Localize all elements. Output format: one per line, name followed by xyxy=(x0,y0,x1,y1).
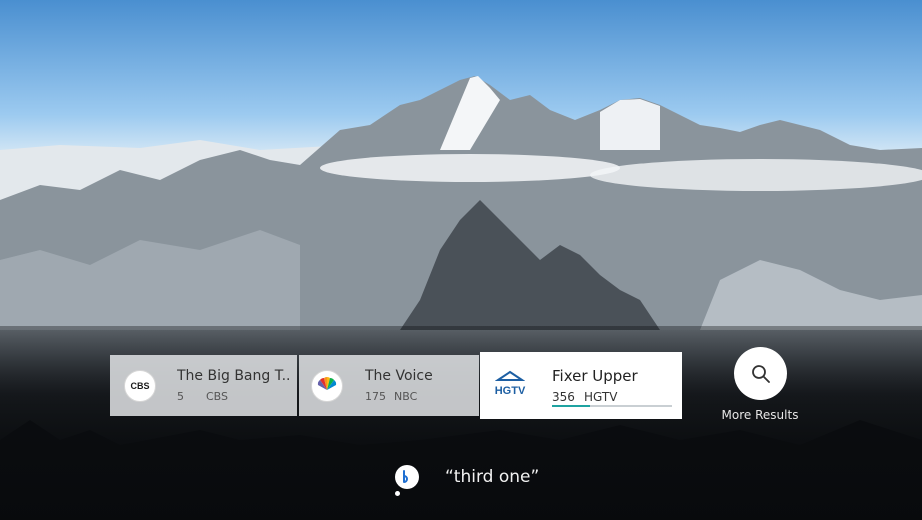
watch-progress-bar xyxy=(552,405,672,407)
cbs-logo-text: CBS xyxy=(130,381,150,391)
channel-number: 175 xyxy=(365,390,386,403)
result-card-the-voice[interactable]: The Voice 175 NBC xyxy=(299,355,479,416)
search-icon xyxy=(751,364,770,383)
result-card-big-bang[interactable]: CBS The Big Bang T... 5 CBS xyxy=(110,355,297,416)
result-channel-info: 175 NBC xyxy=(365,390,417,403)
network-name: NBC xyxy=(394,390,418,403)
hgtv-house-logo-icon: HGTV xyxy=(494,369,526,401)
bixby-listening-dot xyxy=(395,491,400,496)
more-results-label: More Results xyxy=(721,408,799,422)
peacock-feathers xyxy=(317,377,337,390)
result-card-fixer-upper[interactable]: HGTV Fixer Upper 356 HGTV xyxy=(480,352,682,419)
result-title: The Big Bang T... xyxy=(177,368,290,384)
bixby-b-glyph xyxy=(403,470,408,483)
channel-number: 356 xyxy=(552,390,575,404)
result-channel-info: 356 HGTV xyxy=(552,390,617,404)
result-title: The Voice xyxy=(365,368,433,384)
watch-progress-fill xyxy=(552,405,591,407)
nbc-peacock-logo-icon xyxy=(311,370,343,402)
cloud-band xyxy=(320,154,620,182)
result-title: Fixer Upper xyxy=(552,367,638,385)
more-results-button[interactable] xyxy=(734,347,787,400)
hgtv-logo-text: HGTV xyxy=(494,385,526,397)
bixby-icon xyxy=(395,465,419,489)
voice-query-text: “third one” xyxy=(445,467,540,487)
result-channel-info: 5 CBS xyxy=(177,390,228,403)
cbs-eye-logo-icon: CBS xyxy=(124,370,156,402)
network-name: CBS xyxy=(206,390,229,403)
network-name: HGTV xyxy=(584,390,618,404)
channel-number: 5 xyxy=(177,390,184,403)
